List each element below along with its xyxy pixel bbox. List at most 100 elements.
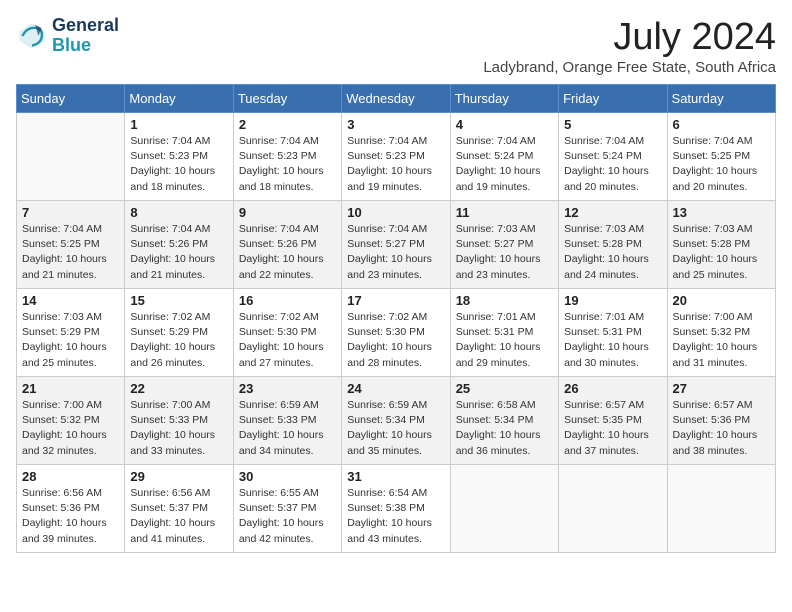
day-number: 21 [22,381,119,396]
day-number: 15 [130,293,227,308]
day-number: 23 [239,381,336,396]
day-info: Sunrise: 7:04 AMSunset: 5:26 PMDaylight:… [130,222,227,283]
day-info: Sunrise: 6:59 AMSunset: 5:33 PMDaylight:… [239,398,336,459]
day-header-monday: Monday [125,85,233,113]
day-number: 4 [456,117,553,132]
calendar-cell [559,465,667,553]
calendar-cell: 29 Sunrise: 6:56 AMSunset: 5:37 PMDayligh… [125,465,233,553]
day-info: Sunrise: 7:04 AMSunset: 5:24 PMDaylight:… [564,134,661,195]
day-info: Sunrise: 7:01 AMSunset: 5:31 PMDaylight:… [456,310,553,371]
day-info: Sunrise: 6:57 AMSunset: 5:36 PMDaylight:… [673,398,770,459]
calendar-header-row: SundayMondayTuesdayWednesdayThursdayFrid… [17,85,776,113]
calendar-week-row: 28Sunrise: 6:56 AMSunset: 5:36 PMDayligh… [17,465,776,553]
calendar-cell: 24Sunrise: 6:59 AMSunset: 5:34 PMDayligh… [342,377,450,465]
day-info: Sunrise: 7:02 AMSunset: 5:30 PMDaylight:… [239,310,336,371]
day-number: 2 [239,117,336,132]
day-number: 14 [22,293,119,308]
calendar-cell: 9 Sunrise: 7:04 AMSunset: 5:26 PMDaylight… [233,201,341,289]
calendar-cell: 26 Sunrise: 6:57 AMSunset: 5:35 PMDayligh… [559,377,667,465]
calendar-cell: 2 Sunrise: 7:04 AMSunset: 5:23 PMDaylight… [233,113,341,201]
logo: General Blue [16,16,119,56]
day-header-tuesday: Tuesday [233,85,341,113]
calendar-cell: 30 Sunrise: 6:55 AMSunset: 5:37 PMDayligh… [233,465,341,553]
calendar-cell: 31Sunrise: 6:54 AMSunset: 5:38 PMDayligh… [342,465,450,553]
day-number: 5 [564,117,661,132]
logo-text: General Blue [52,16,119,56]
day-info: Sunrise: 7:01 AMSunset: 5:31 PMDaylight:… [564,310,661,371]
day-info: Sunrise: 7:04 AMSunset: 5:25 PMDaylight:… [22,222,119,283]
calendar-cell [17,113,125,201]
calendar-subtitle: Ladybrand, Orange Free State, South Afri… [483,59,776,76]
day-number: 29 [130,469,227,484]
calendar-cell [450,465,558,553]
calendar-cell: 25 Sunrise: 6:58 AMSunset: 5:34 PMDayligh… [450,377,558,465]
calendar-table: SundayMondayTuesdayWednesdayThursdayFrid… [16,84,776,553]
day-number: 17 [347,293,444,308]
calendar-cell: 13Sunrise: 7:03 AMSunset: 5:28 PMDayligh… [667,201,775,289]
day-info: Sunrise: 7:02 AMSunset: 5:30 PMDaylight:… [347,310,444,371]
day-info: Sunrise: 7:04 AMSunset: 5:23 PMDaylight:… [130,134,227,195]
day-number: 28 [22,469,119,484]
day-info: Sunrise: 7:03 AMSunset: 5:27 PMDaylight:… [456,222,553,283]
calendar-cell: 17 Sunrise: 7:02 AMSunset: 5:30 PMDayligh… [342,289,450,377]
day-header-saturday: Saturday [667,85,775,113]
day-info: Sunrise: 7:04 AMSunset: 5:26 PMDaylight:… [239,222,336,283]
day-info: Sunrise: 7:04 AMSunset: 5:24 PMDaylight:… [456,134,553,195]
calendar-cell: 11 Sunrise: 7:03 AMSunset: 5:27 PMDayligh… [450,201,558,289]
calendar-cell: 28Sunrise: 6:56 AMSunset: 5:36 PMDayligh… [17,465,125,553]
day-number: 9 [239,205,336,220]
day-header-sunday: Sunday [17,85,125,113]
day-header-friday: Friday [559,85,667,113]
calendar-cell: 21 Sunrise: 7:00 AMSunset: 5:32 PMDayligh… [17,377,125,465]
calendar-cell: 27Sunrise: 6:57 AMSunset: 5:36 PMDayligh… [667,377,775,465]
calendar-week-row: 14Sunrise: 7:03 AMSunset: 5:29 PMDayligh… [17,289,776,377]
day-number: 6 [673,117,770,132]
calendar-cell: 5 Sunrise: 7:04 AMSunset: 5:24 PMDaylight… [559,113,667,201]
day-number: 7 [22,205,119,220]
day-header-thursday: Thursday [450,85,558,113]
day-header-wednesday: Wednesday [342,85,450,113]
calendar-cell: 18 Sunrise: 7:01 AMSunset: 5:31 PMDayligh… [450,289,558,377]
day-number: 1 [130,117,227,132]
day-number: 30 [239,469,336,484]
day-number: 12 [564,205,661,220]
calendar-cell: 12Sunrise: 7:03 AMSunset: 5:28 PMDayligh… [559,201,667,289]
calendar-cell [667,465,775,553]
calendar-cell: 1 Sunrise: 7:04 AMSunset: 5:23 PMDaylight… [125,113,233,201]
calendar-cell: 7 Sunrise: 7:04 AMSunset: 5:25 PMDaylight… [17,201,125,289]
day-number: 26 [564,381,661,396]
calendar-cell: 15 Sunrise: 7:02 AMSunset: 5:29 PMDayligh… [125,289,233,377]
day-number: 3 [347,117,444,132]
day-info: Sunrise: 7:03 AMSunset: 5:28 PMDaylight:… [673,222,770,283]
day-info: Sunrise: 7:04 AMSunset: 5:27 PMDaylight:… [347,222,444,283]
day-number: 25 [456,381,553,396]
calendar-cell: 19 Sunrise: 7:01 AMSunset: 5:31 PMDayligh… [559,289,667,377]
calendar-cell: 20Sunrise: 7:00 AMSunset: 5:32 PMDayligh… [667,289,775,377]
day-number: 10 [347,205,444,220]
logo-icon [16,20,48,52]
day-info: Sunrise: 7:00 AMSunset: 5:32 PMDaylight:… [22,398,119,459]
calendar-week-row: 1 Sunrise: 7:04 AMSunset: 5:23 PMDaylight… [17,113,776,201]
calendar-cell: 4 Sunrise: 7:04 AMSunset: 5:24 PMDaylight… [450,113,558,201]
day-number: 19 [564,293,661,308]
day-number: 24 [347,381,444,396]
day-info: Sunrise: 7:00 AMSunset: 5:33 PMDaylight:… [130,398,227,459]
day-number: 18 [456,293,553,308]
day-info: Sunrise: 7:00 AMSunset: 5:32 PMDaylight:… [673,310,770,371]
day-info: Sunrise: 7:02 AMSunset: 5:29 PMDaylight:… [130,310,227,371]
calendar-cell: 14Sunrise: 7:03 AMSunset: 5:29 PMDayligh… [17,289,125,377]
day-number: 8 [130,205,227,220]
calendar-cell: 10 Sunrise: 7:04 AMSunset: 5:27 PMDayligh… [342,201,450,289]
calendar-cell: 16 Sunrise: 7:02 AMSunset: 5:30 PMDayligh… [233,289,341,377]
day-number: 16 [239,293,336,308]
day-info: Sunrise: 7:04 AMSunset: 5:23 PMDaylight:… [239,134,336,195]
day-info: Sunrise: 6:55 AMSunset: 5:37 PMDaylight:… [239,486,336,547]
day-number: 11 [456,205,553,220]
calendar-cell: 23 Sunrise: 6:59 AMSunset: 5:33 PMDayligh… [233,377,341,465]
calendar-cell: 6Sunrise: 7:04 AMSunset: 5:25 PMDaylight… [667,113,775,201]
day-info: Sunrise: 6:57 AMSunset: 5:35 PMDaylight:… [564,398,661,459]
day-info: Sunrise: 6:56 AMSunset: 5:37 PMDaylight:… [130,486,227,547]
day-info: Sunrise: 6:58 AMSunset: 5:34 PMDaylight:… [456,398,553,459]
calendar-cell: 3Sunrise: 7:04 AMSunset: 5:23 PMDaylight… [342,113,450,201]
calendar-cell: 8 Sunrise: 7:04 AMSunset: 5:26 PMDaylight… [125,201,233,289]
